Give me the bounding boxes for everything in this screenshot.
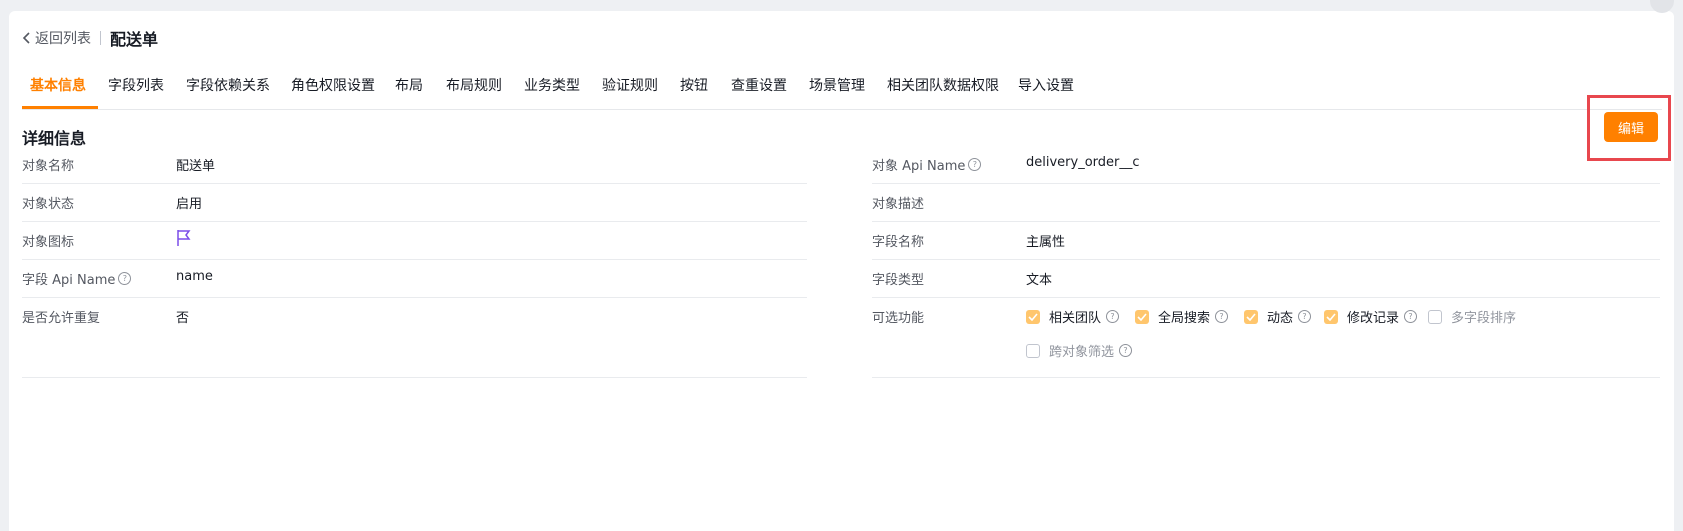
tab-layout-rules[interactable]: 布局规则	[446, 75, 502, 95]
field-row: 对象图标	[22, 219, 807, 260]
checkbox-checked-icon[interactable]	[1135, 309, 1149, 324]
checkbox-checked-icon[interactable]	[1324, 309, 1338, 324]
tab-layout[interactable]: 布局	[395, 75, 423, 95]
field-row: 对象描述	[872, 181, 1660, 222]
avatar[interactable]	[1650, 0, 1674, 13]
field-label: 对象 Api Name ?	[872, 155, 982, 174]
edit-button[interactable]: 编辑	[1604, 112, 1658, 142]
field-label: 可选功能	[872, 311, 925, 326]
field-value: 启用	[176, 197, 203, 212]
field-value: name	[176, 269, 213, 284]
tab-field-list[interactable]: 字段列表	[108, 75, 164, 95]
field-label-text: 字段 Api Name	[22, 273, 116, 288]
option-multi-field-sort[interactable]: 多字段排序	[1428, 307, 1516, 326]
option-label: 跨对象筛选	[1049, 345, 1115, 360]
field-value: 配送单	[176, 159, 216, 174]
back-label: 返回列表	[35, 31, 91, 47]
option-cross-object-filter[interactable]: 跨对象筛选 ?	[1026, 341, 1133, 360]
divider	[100, 31, 101, 45]
field-label: 对象状态	[22, 197, 75, 212]
tab-buttons[interactable]: 按钮	[680, 75, 708, 95]
field-value: delivery_order__c	[1026, 155, 1140, 170]
active-tab-indicator	[22, 106, 98, 109]
field-row: 是否允许重复 否	[22, 295, 807, 378]
help-icon[interactable]: ?	[1298, 310, 1312, 323]
option-related-team[interactable]: 相关团队 ?	[1026, 307, 1120, 326]
tab-bar: 基本信息 字段列表 字段依赖关系 角色权限设置 布局 布局规则 业务类型 验证规…	[22, 63, 1662, 110]
flag-icon	[176, 229, 192, 247]
tab-field-dependencies[interactable]: 字段依赖关系	[186, 75, 270, 95]
help-icon[interactable]: ?	[118, 272, 132, 285]
field-value: 否	[176, 311, 190, 326]
field-label: 对象名称	[22, 159, 75, 174]
checkbox-unchecked-icon[interactable]	[1428, 309, 1442, 324]
option-change-log[interactable]: 修改记录 ?	[1324, 307, 1418, 326]
field-row: 对象状态 启用	[22, 181, 807, 222]
help-icon[interactable]: ?	[1215, 310, 1229, 323]
field-label: 对象图标	[22, 235, 75, 250]
field-label: 字段 Api Name ?	[22, 269, 132, 288]
help-icon[interactable]: ?	[1119, 344, 1133, 357]
field-row: 字段 Api Name ? name	[22, 257, 807, 298]
tab-role-permissions[interactable]: 角色权限设置	[291, 75, 375, 95]
tab-scene-management[interactable]: 场景管理	[809, 75, 865, 95]
option-label: 相关团队	[1049, 311, 1102, 326]
tab-business-type[interactable]: 业务类型	[524, 75, 580, 95]
help-icon[interactable]: ?	[1106, 310, 1120, 323]
field-value: 主属性	[1026, 235, 1066, 250]
help-icon[interactable]: ?	[1404, 310, 1418, 323]
tab-basic-info[interactable]: 基本信息	[30, 75, 86, 95]
tab-validation-rules[interactable]: 验证规则	[602, 75, 658, 95]
breadcrumb: 返回列表 配送单	[22, 27, 158, 49]
field-row: 对象名称 配送单	[22, 143, 807, 184]
main-panel: 返回列表 配送单 基本信息 字段列表 字段依赖关系 角色权限设置 布局 布局规则…	[9, 0, 1674, 531]
page-title: 配送单	[110, 30, 159, 49]
field-row: 字段名称 主属性	[872, 219, 1660, 260]
field-row: 对象 Api Name ? delivery_order__c	[872, 143, 1660, 184]
checkbox-checked-icon[interactable]	[1026, 309, 1040, 324]
option-feed[interactable]: 动态 ?	[1244, 307, 1312, 326]
tab-duplicate-settings[interactable]: 查重设置	[731, 75, 787, 95]
field-value: 文本	[1026, 273, 1053, 288]
help-icon[interactable]: ?	[968, 158, 982, 171]
tab-import-settings[interactable]: 导入设置	[1018, 75, 1074, 95]
field-row: 字段类型 文本	[872, 257, 1660, 298]
chevron-left-icon	[22, 32, 30, 44]
field-label: 字段类型	[872, 273, 925, 288]
field-label-text: 对象 Api Name	[872, 159, 966, 174]
field-row: 可选功能 相关团队 ? 全局搜索 ? 动态 ? 修改记录 ? 多字段排序 跨对象…	[872, 295, 1660, 378]
checkbox-checked-icon[interactable]	[1244, 309, 1258, 324]
field-label: 字段名称	[872, 235, 925, 250]
option-label: 多字段排序	[1451, 311, 1517, 326]
tab-team-data-permissions[interactable]: 相关团队数据权限	[887, 75, 999, 95]
checkbox-unchecked-icon[interactable]	[1026, 343, 1040, 358]
option-label: 动态	[1267, 311, 1294, 326]
back-to-list-link[interactable]: 返回列表	[22, 28, 91, 48]
option-global-search[interactable]: 全局搜索 ?	[1135, 307, 1229, 326]
option-label: 修改记录	[1347, 311, 1400, 326]
option-label: 全局搜索	[1158, 311, 1211, 326]
field-label: 对象描述	[872, 197, 925, 212]
field-label: 是否允许重复	[22, 311, 101, 326]
